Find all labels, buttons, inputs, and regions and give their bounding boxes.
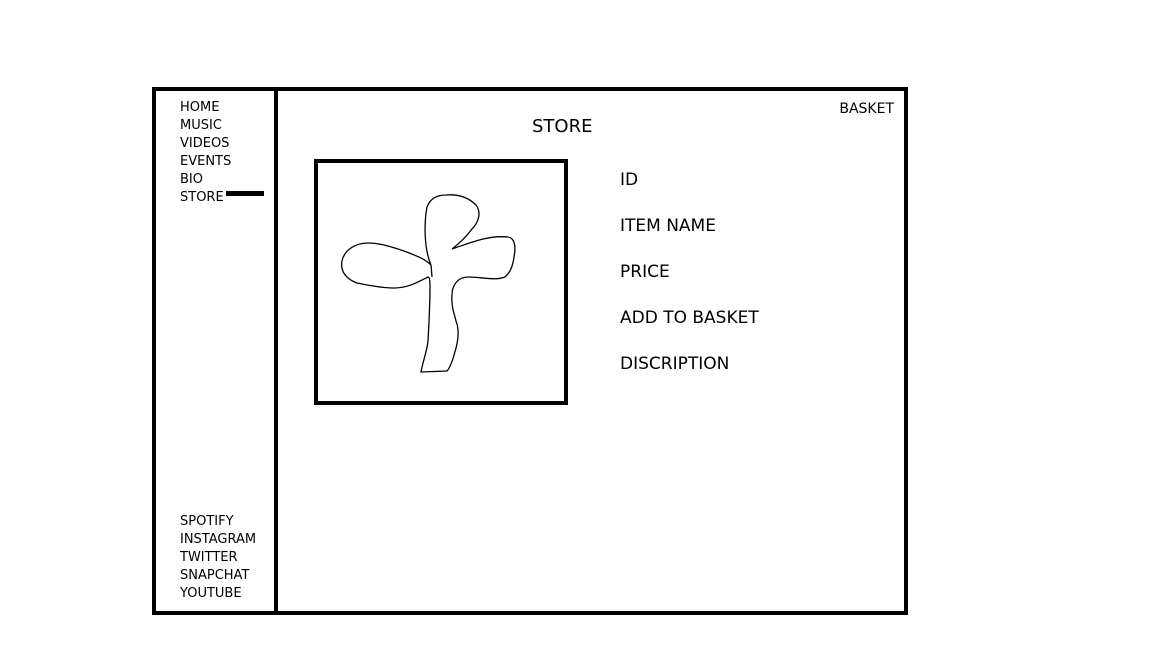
product-name: ITEM NAME — [620, 216, 716, 236]
sprout-icon — [340, 194, 516, 373]
basket-link[interactable]: BASKET — [839, 100, 894, 118]
nav-item-videos[interactable]: VIDEOS — [180, 135, 231, 153]
active-nav-indicator — [226, 191, 264, 196]
nav-item-events[interactable]: EVENTS — [180, 153, 231, 171]
social-link-youtube[interactable]: YOUTUBE — [180, 585, 256, 603]
product-price: PRICE — [620, 262, 670, 282]
nav-item-store[interactable]: STORE — [180, 189, 231, 207]
product-id: ID — [620, 170, 639, 190]
page-title: STORE — [532, 116, 593, 137]
social-links: SPOTIFY INSTAGRAM TWITTER SNAPCHAT YOUTU… — [180, 513, 256, 603]
social-link-spotify[interactable]: SPOTIFY — [180, 513, 256, 531]
sidebar: HOME MUSIC VIDEOS EVENTS BIO STORE SPOTI… — [156, 91, 278, 611]
product-details: ID ITEM NAME PRICE ADD TO BASKET DISCRIP… — [620, 169, 759, 399]
nav-item-home[interactable]: HOME — [180, 99, 231, 117]
page-frame: HOME MUSIC VIDEOS EVENTS BIO STORE SPOTI… — [152, 87, 908, 615]
main-nav: HOME MUSIC VIDEOS EVENTS BIO STORE — [180, 99, 231, 207]
product-description: DISCRIPTION — [620, 354, 730, 374]
nav-item-music[interactable]: MUSIC — [180, 117, 231, 135]
main-content: STORE BASKET ID ITEM NAME PRICE ADD TO B… — [282, 91, 904, 611]
social-link-twitter[interactable]: TWITTER — [180, 549, 256, 567]
add-to-basket-button[interactable]: ADD TO BASKET — [620, 307, 759, 353]
social-link-snapchat[interactable]: SNAPCHAT — [180, 567, 256, 585]
social-link-instagram[interactable]: INSTAGRAM — [180, 531, 256, 549]
nav-item-bio[interactable]: BIO — [180, 171, 231, 189]
product-image[interactable] — [314, 159, 568, 405]
